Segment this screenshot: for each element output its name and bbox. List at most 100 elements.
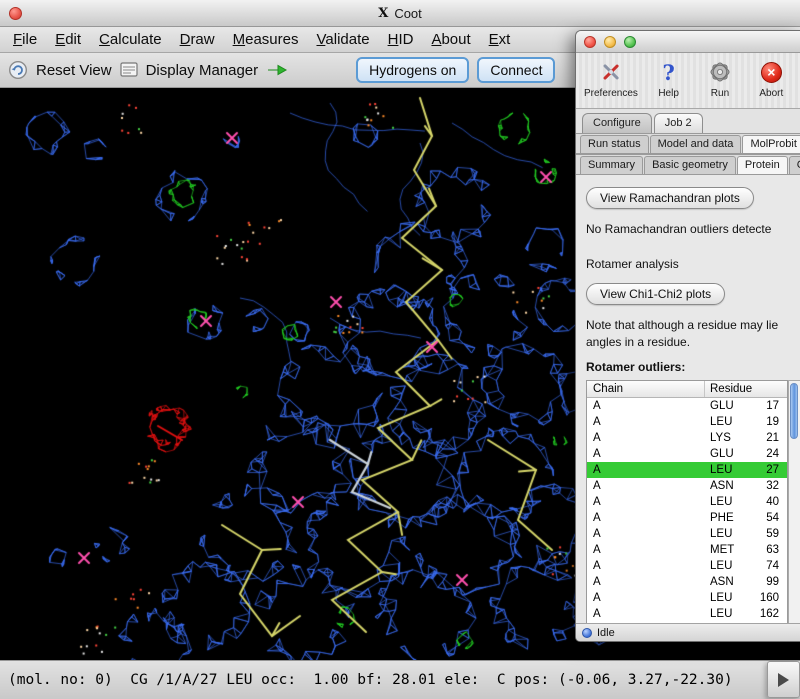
rotamer-row[interactable]: A ASN 99: [587, 574, 787, 590]
tab-run-status[interactable]: Run status: [580, 135, 649, 153]
preferences-label: Preferences: [584, 88, 638, 99]
tab-summary[interactable]: Summary: [580, 156, 643, 174]
rotamer-number: 162: [745, 606, 787, 622]
minimize-button[interactable]: [604, 36, 616, 48]
view-ramachandran-plots-button[interactable]: View Ramachandran plots: [586, 187, 754, 209]
run-label: Run: [711, 88, 729, 99]
run-button[interactable]: Run: [699, 58, 740, 108]
reset-view-icon[interactable]: [8, 60, 28, 80]
tab-clashes[interactable]: C: [789, 156, 800, 174]
menu-item[interactable]: Measures: [224, 29, 308, 50]
tab-basic-geometry[interactable]: Basic geometry: [644, 156, 736, 174]
rotamer-outliers-label: Rotamer outliers:: [586, 360, 800, 374]
rotamer-row[interactable]: A LEU 74: [587, 558, 787, 574]
tools-icon: [599, 58, 623, 86]
drawer-handle[interactable]: [767, 661, 800, 698]
menu-item[interactable]: File: [4, 29, 46, 50]
rotamer-number: 24: [745, 446, 787, 462]
go-arrow-icon[interactable]: [266, 63, 288, 77]
hydrogens-toggle-button[interactable]: Hydrogens on: [356, 57, 469, 83]
scrollbar-thumb[interactable]: [790, 383, 798, 439]
rotamer-number: 27: [745, 462, 787, 478]
rotamer-number: 74: [745, 558, 787, 574]
rotamer-chain: A: [587, 462, 705, 478]
rotamer-residue: LEU: [705, 606, 745, 622]
tab-model-and-data[interactable]: Model and data: [650, 135, 742, 153]
column-header-chain[interactable]: Chain: [587, 381, 705, 397]
tab-job-2[interactable]: Job 2: [654, 113, 703, 133]
rotamer-residue: MET: [705, 542, 745, 558]
rotamer-residue: ASN: [705, 478, 745, 494]
rotamer-row[interactable]: A LEU 19: [587, 414, 787, 430]
menu-item[interactable]: About: [422, 29, 479, 50]
atom-status-text: (mol. no: 0) CG /1/A/27 LEU occ: 1.00 bf…: [8, 672, 733, 688]
tab-configure[interactable]: Configure: [582, 113, 652, 133]
rotamer-number: 32: [745, 478, 787, 494]
rotamer-chain: A: [587, 590, 705, 606]
rotamer-residue: LEU: [705, 494, 745, 510]
rotamer-chain: A: [587, 398, 705, 414]
phenix-toolbar: Preferences ? Help Run × Abort: [576, 53, 800, 109]
preferences-button[interactable]: Preferences: [584, 58, 638, 108]
rotamer-row[interactable]: A LEU 59: [587, 526, 787, 542]
rotamer-number: 40: [745, 494, 787, 510]
tab-protein[interactable]: Protein: [737, 156, 788, 174]
rotamer-residue: LEU: [705, 462, 745, 478]
tab-molprobity[interactable]: MolProbit: [742, 135, 800, 153]
connect-button[interactable]: Connect: [477, 57, 555, 83]
drawer-arrow-icon: [778, 673, 789, 687]
close-button[interactable]: [9, 7, 22, 20]
table-scrollbar[interactable]: [788, 380, 800, 623]
rotamer-row[interactable]: A LEU 162: [587, 606, 787, 622]
reset-view-button[interactable]: Reset View: [36, 62, 112, 79]
rotamer-row[interactable]: A LEU 40: [587, 494, 787, 510]
rotamer-row[interactable]: A LEU 160: [587, 590, 787, 606]
view-chi1-chi2-plots-button[interactable]: View Chi1-Chi2 plots: [586, 283, 725, 305]
abort-button[interactable]: × Abort: [751, 58, 792, 108]
menu-item[interactable]: Ext: [480, 29, 520, 50]
phenix-titlebar: [576, 31, 800, 53]
rotamer-chain: A: [587, 414, 705, 430]
result-tab-bar: Run status Model and data MolProbit: [576, 133, 800, 154]
rotamer-row[interactable]: A MET 63: [587, 542, 787, 558]
rotamer-chain: A: [587, 510, 705, 526]
rotamer-row[interactable]: A ASN 32: [587, 478, 787, 494]
job-tab-bar: Configure Job 2: [576, 109, 800, 133]
display-manager-icon[interactable]: [120, 62, 138, 78]
help-label: Help: [658, 88, 679, 99]
rotamer-note-line2: angles in a residue.: [586, 335, 800, 349]
menu-item[interactable]: Calculate: [90, 29, 171, 50]
rotamer-residue: LEU: [705, 414, 745, 430]
menu-item[interactable]: Validate: [307, 29, 378, 50]
rotamer-row[interactable]: A LYS 21: [587, 430, 787, 446]
rotamer-table-body: A GLU 17 A LEU 19 A LYS: [587, 398, 787, 622]
rotamer-number: 160: [745, 590, 787, 606]
rotamer-residue: PHE: [705, 510, 745, 526]
close-button[interactable]: [584, 36, 596, 48]
rotamer-row[interactable]: A GLU 24: [587, 446, 787, 462]
rotamer-chain: A: [587, 494, 705, 510]
rotamer-residue: LEU: [705, 526, 745, 542]
rotamer-chain: A: [587, 606, 705, 622]
rotamer-row[interactable]: A GLU 17: [587, 398, 787, 414]
rotamer-residue: GLU: [705, 398, 745, 414]
rotamer-chain: A: [587, 542, 705, 558]
display-manager-button[interactable]: Display Manager: [146, 62, 259, 79]
rotamer-row[interactable]: A PHE 54: [587, 510, 787, 526]
menu-item[interactable]: Draw: [171, 29, 224, 50]
rotamer-row[interactable]: A LEU 27: [587, 462, 787, 478]
zoom-button[interactable]: [624, 36, 636, 48]
rotamer-number: 17: [745, 398, 787, 414]
help-button[interactable]: ? Help: [648, 58, 689, 108]
help-icon: ?: [662, 58, 674, 86]
menu-item[interactable]: Edit: [46, 29, 90, 50]
rotamer-outlier-table: Chain Residue A GLU 17 A LEU: [586, 380, 788, 623]
rotamer-number: 99: [745, 574, 787, 590]
ramachandran-result-text: No Ramachandran outliers detecte: [586, 222, 800, 236]
x11-icon: X: [378, 6, 388, 21]
rotamer-table-header[interactable]: Chain Residue: [587, 381, 787, 398]
menu-item[interactable]: HID: [379, 29, 423, 50]
rotamer-chain: A: [587, 574, 705, 590]
column-header-residue[interactable]: Residue: [705, 383, 787, 395]
rotamer-number: 63: [745, 542, 787, 558]
